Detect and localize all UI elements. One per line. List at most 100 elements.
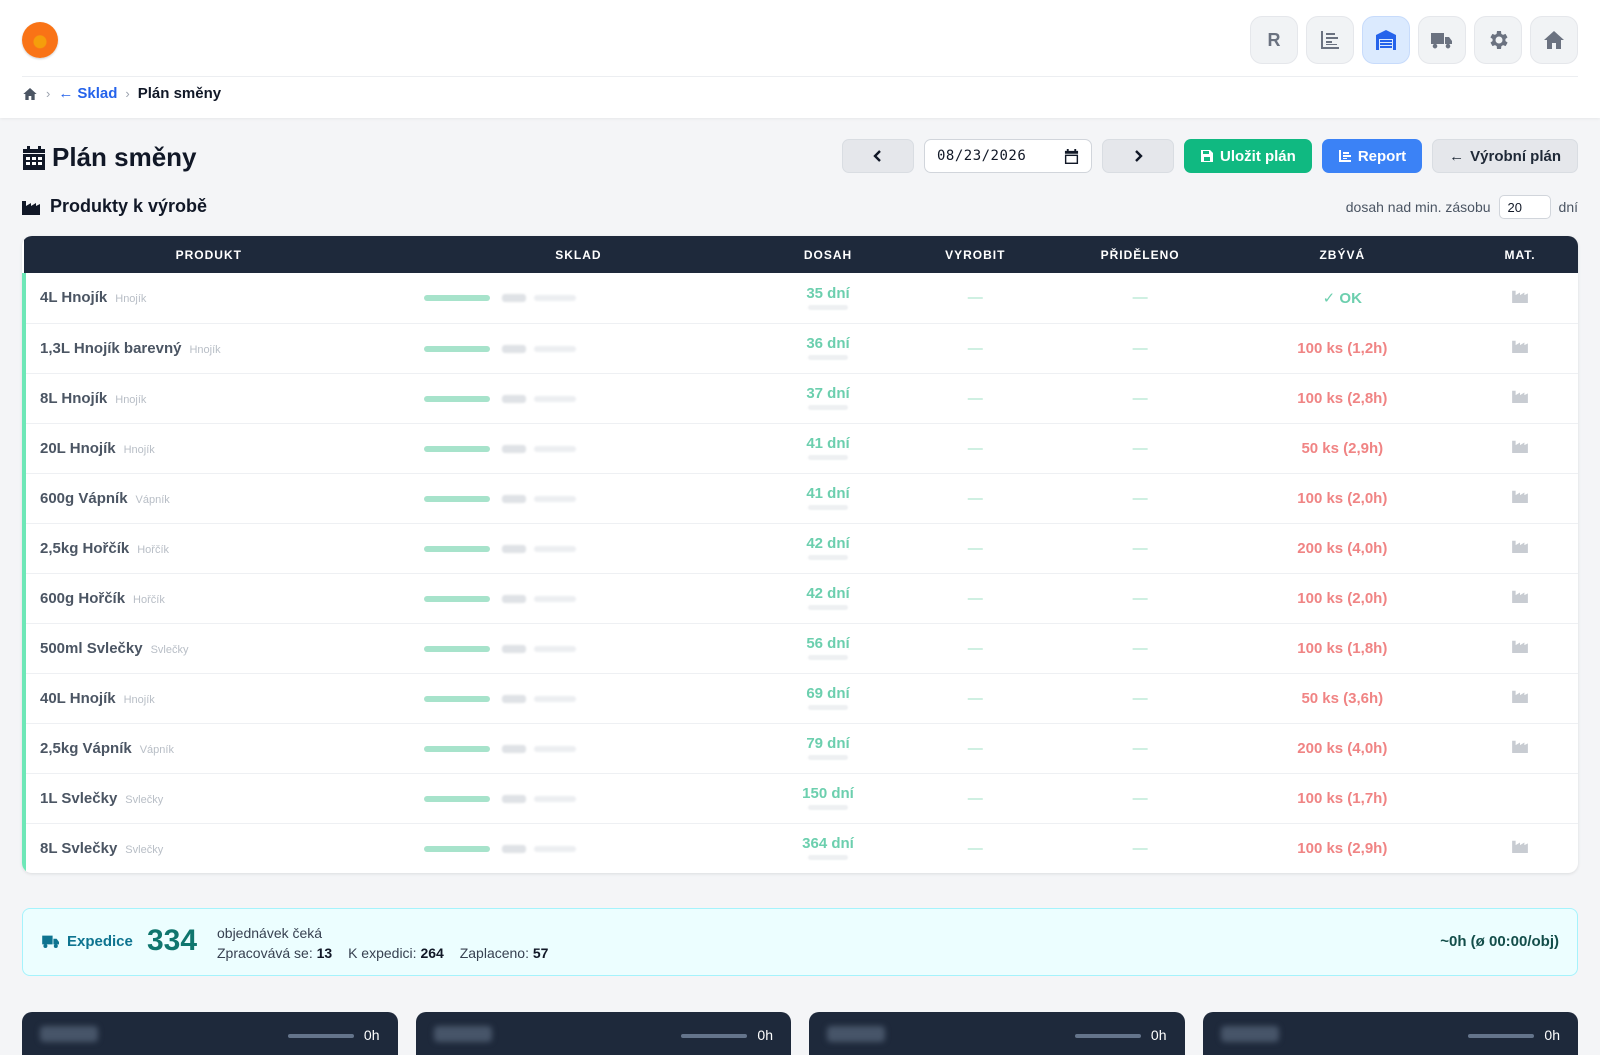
nav-warehouse-button[interactable]	[1362, 16, 1410, 64]
table-row[interactable]: 2,5kg Vápník Vápník 79 dní — — 200 ks (4,0h)	[22, 723, 1578, 773]
table-row[interactable]: 8L Svlečky Svlečky 364 dní — — 100 ks (2,9h)	[22, 823, 1578, 873]
produce-cell[interactable]: —	[893, 723, 1058, 773]
assigned-cell: —	[1132, 489, 1148, 507]
worker-card[interactable]: 0h	[415, 1012, 791, 1055]
factory-icon[interactable]	[1512, 689, 1528, 703]
assigned-cell: —	[1132, 539, 1148, 557]
product-cell: 600g Hořčík Hořčík	[22, 573, 394, 623]
column-header-stock[interactable]: SKLAD	[394, 236, 763, 273]
produce-cell[interactable]: —	[893, 273, 1058, 323]
column-header-produce[interactable]: VYROBIT	[893, 236, 1058, 273]
table-row[interactable]: 1L Svlečky Svlečky 150 dní — — 100 ks (1,7h)	[22, 773, 1578, 823]
produce-cell[interactable]: —	[893, 523, 1058, 573]
table-row[interactable]: 8L Hnojík Hnojík 37 dní — — 100 ks (2,8h)	[22, 373, 1578, 423]
next-day-button[interactable]	[1101, 139, 1174, 173]
factory-icon[interactable]	[1512, 439, 1528, 453]
factory-icon[interactable]	[1512, 489, 1528, 503]
factory-icon[interactable]	[1512, 589, 1528, 603]
date-input[interactable]: 08/23/2026	[923, 139, 1092, 173]
production-plan-button[interactable]: ← Výrobní plán	[1432, 139, 1578, 173]
produce-cell[interactable]: —	[893, 573, 1058, 623]
worker-card[interactable]: 0h	[1202, 1012, 1578, 1055]
reach-value: 41 dní	[806, 485, 850, 502]
table-row[interactable]: 1,3L Hnojík barevný Hnojík 36 dní — — 100 ks …	[22, 323, 1578, 373]
column-header-product[interactable]: PRODUKT	[24, 236, 394, 273]
produce-cell[interactable]: —	[893, 373, 1058, 423]
factory-icon[interactable]	[1512, 339, 1528, 353]
nav-settings-button[interactable]	[1474, 16, 1522, 64]
nav-home-button[interactable]	[1530, 16, 1578, 64]
save-plan-button[interactable]: Uložit plán	[1183, 139, 1312, 173]
worker-cards: 0h 0h 0h 0h	[22, 1012, 1578, 1055]
table-row[interactable]: 600g Vápník Vápník 41 dní — — 100 ks (2,0h)	[22, 473, 1578, 523]
stock-detail-blurred	[533, 495, 576, 502]
nav-r-button[interactable]: R	[1250, 16, 1298, 64]
factory-icon[interactable]	[1512, 639, 1528, 653]
nav-chart-button[interactable]	[1306, 16, 1354, 64]
produce-cell[interactable]: —	[893, 473, 1058, 523]
stock-detail-blurred	[533, 295, 576, 302]
factory-icon[interactable]	[1512, 839, 1528, 853]
assigned-cell: —	[1132, 389, 1148, 407]
factory-icon	[22, 200, 40, 215]
table-row[interactable]: 20L Hnojík Hnojík 41 dní — — 50 ks (2,9h)	[22, 423, 1578, 473]
table-row[interactable]: 500ml Svlečky Svlečky 56 dní — — 100 ks (1,8h…	[22, 623, 1578, 673]
expedice-processing: Zpracovává se: 13	[217, 945, 333, 961]
stock-cell	[394, 373, 763, 423]
stock-cell	[394, 473, 763, 523]
material-cell	[1462, 623, 1578, 673]
expedice-count: 334	[147, 924, 198, 957]
product-name: 1,3L Hnojík barevný	[40, 339, 182, 357]
table-row[interactable]: 40L Hnojík Hnojík 69 dní — — 50 ks (3,6h)	[22, 673, 1578, 723]
produce-cell[interactable]: —	[893, 823, 1058, 873]
breadcrumb-link-sklad[interactable]: ← Sklad	[58, 85, 117, 102]
produce-cell[interactable]: —	[893, 323, 1058, 373]
factory-icon[interactable]	[1512, 289, 1528, 303]
stock-cell	[394, 573, 763, 623]
table-row[interactable]: 600g Hořčík Hořčík 42 dní — — 100 ks (2,0h)	[22, 573, 1578, 623]
nav-truck-button[interactable]	[1418, 16, 1466, 64]
factory-icon[interactable]	[1512, 739, 1528, 753]
assigned-cell: —	[1132, 839, 1148, 857]
remaining-value: 200 ks (4,0h)	[1297, 739, 1388, 757]
worker-card[interactable]: 0h	[22, 1012, 398, 1055]
previous-day-button[interactable]	[841, 139, 914, 173]
table-row[interactable]: 2,5kg Hořčík Hořčík 42 dní — — 200 ks (4,0h)	[22, 523, 1578, 573]
reach-value: 41 dní	[806, 435, 850, 452]
app-logo[interactable]	[22, 22, 58, 58]
expedice-time-summary: ~0h (ø 00:00/obj)	[1440, 933, 1559, 950]
product-cell: 500ml Svlečky Svlečky	[22, 623, 394, 673]
reach-days-input[interactable]	[1498, 195, 1551, 219]
factory-icon[interactable]	[1512, 389, 1528, 403]
home-icon	[1544, 31, 1564, 49]
factory-icon[interactable]	[1512, 539, 1528, 553]
reach-value: 36 dní	[806, 335, 850, 352]
assigned-cell: —	[1132, 289, 1148, 307]
product-name: 8L Svlečky	[40, 839, 118, 857]
produce-cell[interactable]: —	[893, 623, 1058, 673]
top-header: R › ← Sklad › Plán směny	[0, 0, 1600, 118]
stock-level-bar	[423, 295, 490, 302]
calendar-icon[interactable]	[1064, 148, 1079, 164]
column-header-material[interactable]: MAT.	[1462, 236, 1578, 273]
produce-cell[interactable]: —	[893, 423, 1058, 473]
column-header-remaining[interactable]: ZBÝVÁ	[1223, 236, 1463, 273]
table-row[interactable]: 4L Hnojík Hnojík 35 dní — — ✓ OK	[22, 273, 1578, 323]
home-icon[interactable]	[22, 86, 38, 102]
reach-cell: 35 dní	[763, 273, 893, 323]
column-header-assigned[interactable]: PŘIDĚLENO	[1058, 236, 1223, 273]
expedice-panel[interactable]: Expedice 334 objednávek čeká Zpracovává …	[22, 908, 1578, 976]
main-nav: R	[1250, 16, 1578, 64]
report-button[interactable]: Report	[1321, 139, 1423, 173]
page-title: Plán směny	[22, 142, 197, 173]
produce-cell[interactable]: —	[893, 673, 1058, 723]
stock-detail-blurred	[533, 695, 576, 702]
product-name: 1L Svlečky	[40, 789, 118, 807]
gear-icon	[1490, 31, 1508, 49]
chevron-left-icon	[873, 150, 881, 162]
assigned-cell: —	[1132, 739, 1148, 757]
product-name: 500ml Svlečky	[40, 639, 143, 657]
column-header-reach[interactable]: DOSAH	[763, 236, 893, 273]
worker-card[interactable]: 0h	[809, 1012, 1185, 1055]
produce-cell[interactable]: —	[893, 773, 1058, 823]
